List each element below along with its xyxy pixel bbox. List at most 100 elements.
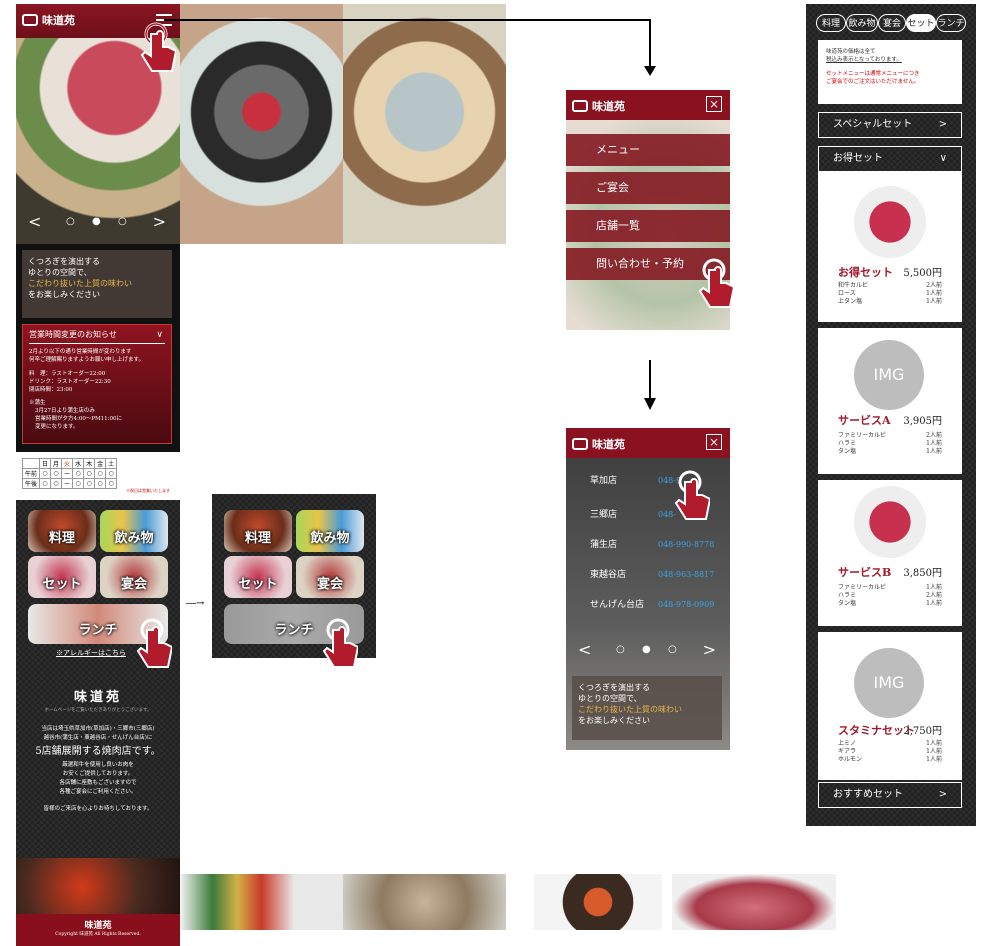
close-icon[interactable]: × — [706, 434, 722, 450]
schedule-cell: ○ — [50, 468, 63, 479]
category-tile-drinks[interactable]: 飲み物 — [296, 510, 364, 552]
info-line-4: ご宴会でのご注文はいただけません。 — [826, 79, 920, 85]
notice-hours-3: 閉店時間：23:00 — [29, 387, 73, 393]
menu-card[interactable]: IMG スタミナセット 2,750円 上ミノ 1人前 ギアラ 1人前 ホルモン 1人前 — [818, 632, 962, 780]
store-tel[interactable]: 048-978-0909 — [658, 590, 714, 620]
hero-prev-arrow[interactable]: < — [578, 640, 591, 659]
schedule-header — [21, 458, 41, 469]
intro-line-4: をお楽しみください — [578, 716, 650, 725]
category-label: セット — [42, 577, 82, 592]
tab-cooking[interactable]: 料理 — [816, 14, 846, 32]
intro-line-1: くつろぎを演出する — [578, 683, 650, 692]
card-name: サービスB — [838, 566, 892, 579]
card-item: 上ミノ 1人前 — [838, 740, 942, 747]
store-row-higashikoshigaya[interactable]: 東越谷店 048-963-8817 — [566, 560, 730, 590]
category-tile-drinks[interactable]: 飲み物 — [100, 510, 168, 552]
tab-banquet[interactable]: 宴会 — [878, 14, 906, 32]
hero-next-arrow[interactable]: > — [153, 212, 166, 231]
hero-dot-3[interactable]: ○ — [118, 216, 127, 227]
store-name: 東越谷店 — [590, 570, 627, 580]
bibimbap-photo — [534, 874, 662, 930]
store-name: せんげん台店 — [590, 600, 645, 610]
flow-arrow-small: ―→ — [186, 598, 205, 609]
notice-note-head: ※蒲生 — [29, 400, 46, 406]
menu-card[interactable]: サービスB 3,850円 ファミリーカルビ 1人前 ハラミ 2人前 タン塩 1人前 — [818, 480, 962, 626]
menu-card[interactable]: IMG サービスA 3,905円 ファミリーカルビ 2人前 ハラミ 1人前 タン塩 1… — [818, 328, 962, 474]
otoku-set-button[interactable]: お得セット ∨ — [818, 146, 962, 172]
schedule-cell: ー — [61, 478, 74, 489]
site-logo[interactable]: 味道苑 — [572, 436, 724, 452]
schedule-cell: ○ — [105, 468, 118, 479]
schedule-cell: ○ — [94, 468, 107, 479]
nav-item-banquet[interactable]: ご宴会 — [566, 172, 730, 204]
menu-info-box: 味道苑の価格は全て 税込み表示となっております。 セットメニューは通常メニューに… — [818, 40, 962, 104]
grill-photo — [16, 858, 180, 916]
schedule-row: 午後 ○ ○ ー ○ ○ ○ ○ — [21, 478, 118, 489]
schedule-cell: ○ — [83, 478, 96, 489]
store-tel[interactable]: 048-963-8817 — [658, 560, 714, 590]
card-price: 3,905円 — [903, 416, 942, 427]
nav-item-stores[interactable]: 店舗一覧 — [566, 210, 730, 242]
category-tile-cooking[interactable]: 料理 — [224, 510, 292, 552]
notice-note-3: 変更になります。 — [35, 424, 79, 430]
tab-set[interactable]: セット — [906, 14, 936, 32]
notice-chevron-icon[interactable]: ∨ — [156, 331, 163, 340]
store-tel[interactable]: 048-990-8778 — [658, 530, 714, 560]
tap-hand-icon — [136, 618, 172, 668]
tab-lunch[interactable]: ランチ — [936, 14, 966, 32]
category-tile-cooking[interactable]: 料理 — [28, 510, 96, 552]
category-tile-banquet[interactable]: 宴会 — [296, 556, 364, 598]
card-item: ハラミ 1人前 — [838, 440, 942, 447]
category-label: 宴会 — [316, 577, 343, 592]
notice-line-1: 2月より以下の通り営業時間が変わります — [29, 349, 132, 355]
intro-panel: くつろぎを演出する ゆとりの空間で、 こだわり抜いた上質の味わい をお楽しみくだ… — [22, 250, 172, 318]
site-logo[interactable]: 味道苑 — [572, 98, 724, 114]
tab-drinks[interactable]: 飲み物 — [846, 14, 878, 32]
info-line-2: 税込み表示となっております。 — [826, 57, 902, 63]
store-hero-controls: < ○ ● ○ > — [566, 640, 730, 664]
category-tile-banquet[interactable]: 宴会 — [100, 556, 168, 598]
hero-next-arrow[interactable]: > — [703, 640, 716, 659]
hero-prev-arrow[interactable]: < — [28, 212, 41, 231]
about-p4: お安くご提供しております。 — [62, 771, 134, 777]
card-items: 上ミノ 1人前 ギアラ 1人前 ホルモン 1人前 — [838, 740, 942, 764]
store-row-sengendai[interactable]: せんげん台店 048-978-0909 — [566, 590, 730, 620]
special-set-button[interactable]: スペシャルセット > — [818, 112, 962, 138]
category-label: セット — [238, 577, 278, 592]
hero-dot-1[interactable]: ○ — [616, 644, 625, 655]
card-name: お得セット — [838, 266, 893, 279]
recommend-set-button[interactable]: おすすめセット > — [818, 782, 962, 808]
menu-card[interactable]: お得セット 5,500円 和牛カルビ 2人前 ロース 1人前 上タン塩 1人前 — [818, 172, 962, 322]
chevron-right-icon: > — [938, 789, 947, 800]
category-tile-set[interactable]: セット — [224, 556, 292, 598]
allergy-link[interactable]: ※アレルギーはこちら — [56, 648, 126, 658]
category-label: 料理 — [244, 531, 271, 546]
notice-hours-1: 料 理：ラストオーダー22:00 — [29, 371, 106, 377]
image-placeholder: IMG — [854, 340, 924, 410]
schedule-header: 木 — [83, 458, 96, 469]
category-tile-set[interactable]: セット — [28, 556, 96, 598]
about-p5: 各店舗に座敷もございますので — [59, 780, 137, 786]
close-icon[interactable]: × — [706, 96, 722, 112]
button-label: お得セット — [833, 153, 883, 164]
notice-panel: 営業時間変更のお知らせ ∨ 2月より以下の通り営業時間が変わります 何卒ご理解賜… — [22, 324, 172, 444]
footer-copyright: Copyright 味道苑 All Rights Reserved. — [55, 932, 141, 937]
card-item: タン塩 1人前 — [838, 448, 942, 455]
hero-dot-3[interactable]: ○ — [668, 644, 677, 655]
nav-header: 味道苑 × — [566, 90, 730, 120]
wagyu-meat-photo — [672, 874, 836, 930]
hero-dot-2[interactable]: ● — [92, 216, 101, 227]
card-item: 和牛カルビ 2人前 — [838, 282, 942, 289]
notice-title: 営業時間変更のお知らせ — [29, 331, 165, 344]
hero-dot-2[interactable]: ● — [642, 644, 651, 655]
nav-item-menu[interactable]: メニュー — [566, 134, 730, 166]
info-line-1: 味道苑の価格は全て — [826, 49, 876, 55]
logo-text: 味道苑 — [592, 100, 625, 113]
about-section: 味道苑 ホームページをご覧いただきありがとうございます。 当店は埼玉県草加市(草… — [16, 690, 180, 814]
hero-dot-1[interactable]: ○ — [66, 216, 75, 227]
notice-note-1: 3月27日より蒲生店のみ — [35, 408, 95, 414]
store-row-gamo[interactable]: 蒲生店 048-990-8778 — [566, 530, 730, 560]
category-label: 飲み物 — [114, 531, 154, 546]
notice-line-2: 何卒ご理解賜りますようお願い申し上げます。 — [29, 357, 144, 363]
about-big: 5店舗展開する焼肉店です。 — [35, 746, 161, 757]
